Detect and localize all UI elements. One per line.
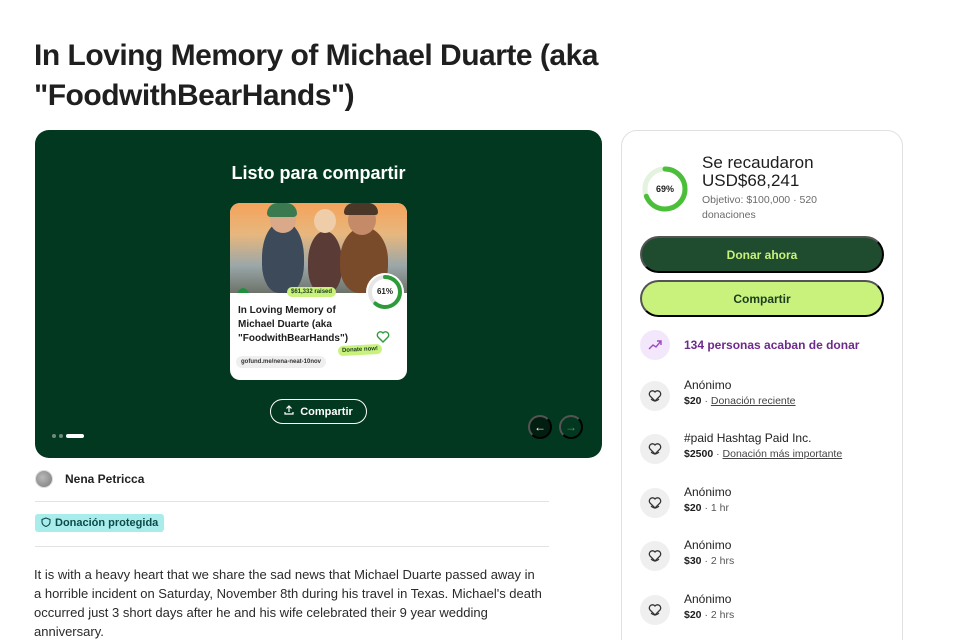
carousel-next-button[interactable]: →	[559, 415, 583, 439]
donor-name: Anónimo	[684, 485, 732, 499]
progress-ring: 69%	[640, 164, 690, 214]
donation-heart-icon	[640, 488, 670, 518]
organizer-name: Nena Petricca	[65, 472, 145, 486]
donation-amount: $20	[684, 502, 702, 514]
carousel-dots	[52, 434, 84, 438]
donation-amount: $30	[684, 555, 702, 567]
share-button[interactable]: Compartir	[640, 280, 884, 317]
donation-item: Anónimo $30 · 2 hrs	[640, 537, 734, 571]
donation-item: Anónimo $20 · 1 hr	[640, 484, 731, 518]
heart-icon	[376, 330, 390, 344]
trending-up-icon	[640, 330, 670, 360]
carousel-dot-active[interactable]	[66, 434, 84, 438]
donor-name: #paid Hashtag Paid Inc.	[684, 431, 812, 445]
donation-meta: $20 · 2 hrs	[684, 609, 735, 621]
carousel-prev-button[interactable]: ←	[528, 415, 552, 439]
arrow-right-icon: →	[565, 420, 577, 434]
donation-meta: $20 · 1 hr	[684, 502, 729, 514]
donate-now-button[interactable]: Donar ahora	[640, 236, 884, 273]
donation-amount: $20	[684, 395, 702, 407]
donation-meta: $30 · 2 hrs	[684, 555, 735, 567]
donation-heart-icon	[640, 595, 670, 625]
gofundme-logo-icon	[236, 285, 250, 295]
hero-heading: Listo para compartir	[231, 163, 406, 183]
raised-label: Se recaudaron	[702, 153, 814, 172]
card-donate-badge: Donate now!	[337, 343, 383, 357]
donation-meta: $20 · Donación reciente	[684, 395, 796, 407]
donation-time: 2 hrs	[710, 609, 735, 621]
donation-amount: $20	[684, 609, 702, 621]
story-text: It is with a heavy heart that we share t…	[34, 567, 542, 639]
hero-share-button[interactable]: Compartir	[270, 399, 367, 424]
donation-item: Anónimo $20 · Donación reciente	[640, 377, 796, 411]
card-title: In Loving Memory of Michael Duarte (aka …	[238, 305, 349, 344]
goal-text: Objetivo: $100,000 · 520 donaciones	[702, 194, 817, 221]
donation-item: #paid Hashtag Paid Inc. $2500 · Donación …	[640, 430, 842, 464]
upload-icon	[284, 405, 294, 418]
protected-donation-label: Donación protegida	[55, 517, 159, 529]
hero-share-label: Compartir	[300, 405, 353, 418]
shield-icon	[41, 516, 51, 530]
donation-heart-icon	[640, 434, 670, 464]
card-url: gofund.me/nena-neat-10nov	[236, 356, 327, 368]
donor-name: Anónimo	[684, 592, 732, 606]
avatar	[35, 470, 53, 488]
donation-time: 2 hrs	[710, 555, 735, 567]
organizer[interactable]: Nena Petricca	[35, 470, 144, 488]
donor-name: Anónimo	[684, 378, 732, 392]
card-raised-badge: $61,332 raised	[287, 287, 337, 297]
donation-detail-link[interactable]: Donación más importante	[723, 448, 843, 460]
donation-meta: $2500 · Donación más importante	[684, 448, 843, 460]
donation-detail-link[interactable]: Donación reciente	[711, 395, 796, 407]
page-title: In Loving Memory of Michael Duarte (aka …	[34, 39, 598, 112]
protected-donation-badge[interactable]: Donación protegida	[35, 514, 165, 532]
divider	[35, 501, 549, 502]
divider	[35, 546, 549, 547]
donation-item: Anónimo $20 · 2 hrs	[640, 591, 734, 625]
donation-heart-icon	[640, 381, 670, 411]
donation-heart-icon	[640, 541, 670, 571]
card-progress-label: 61%	[376, 287, 393, 296]
carousel-dot[interactable]	[59, 434, 63, 438]
share-preview-card: $61,332 raised 61% In Loving Memory of M…	[230, 203, 407, 380]
card-progress-ring: 61%	[366, 273, 404, 311]
donation-time: 1 hr	[710, 502, 729, 514]
arrow-left-icon: ←	[534, 420, 546, 434]
recent-donors-trend: 134 personas acaban de donar	[640, 330, 859, 360]
progress-percent: 69%	[655, 184, 674, 194]
trend-text: 134 personas acaban de donar	[684, 338, 860, 352]
donor-name: Anónimo	[684, 538, 732, 552]
donation-amount: $2500	[684, 448, 714, 460]
raised-amount: USD$68,241	[702, 171, 800, 190]
carousel-dot[interactable]	[52, 434, 56, 438]
